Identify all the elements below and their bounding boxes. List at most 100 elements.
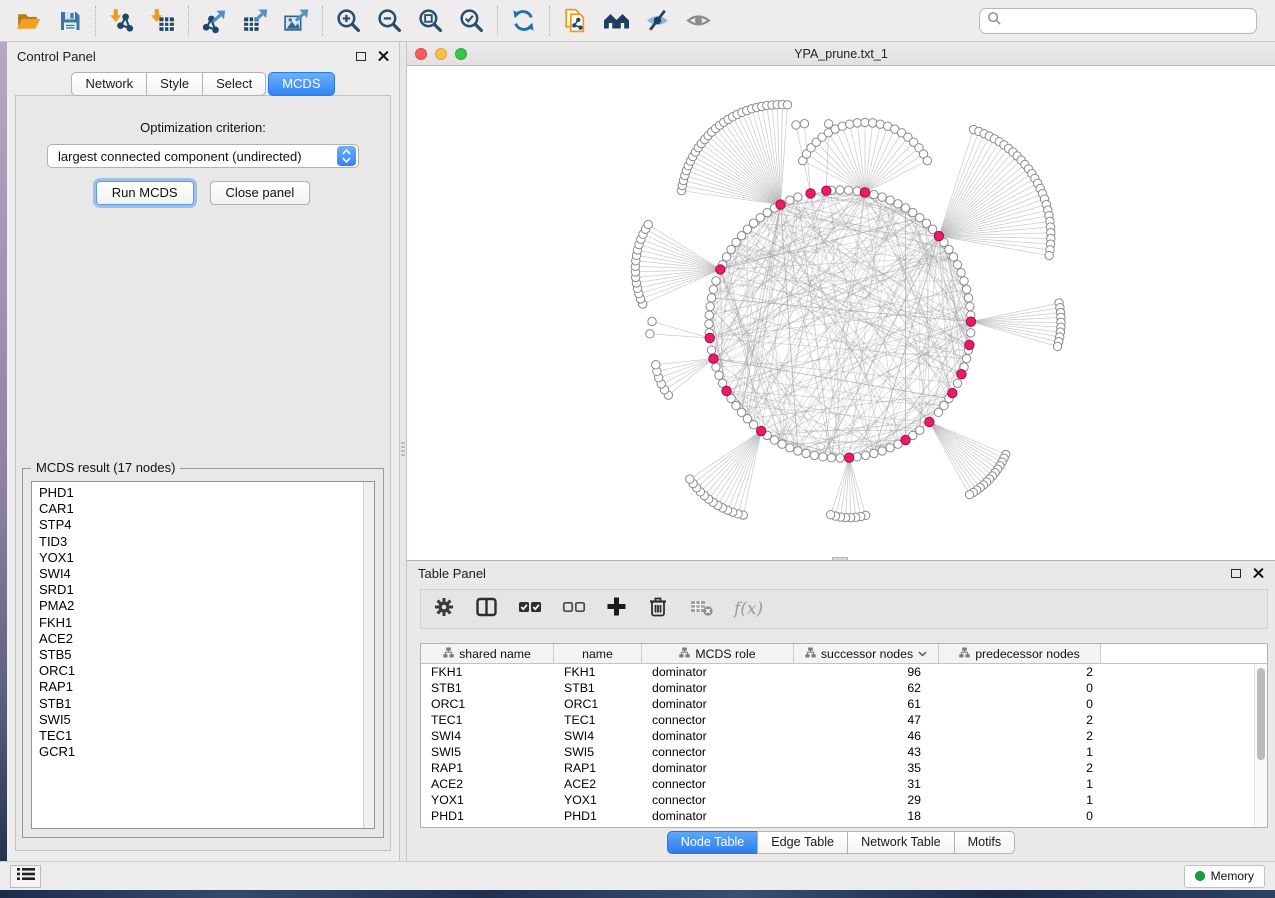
- zoom-in-button[interactable]: [328, 3, 369, 39]
- tab-network[interactable]: Network: [71, 72, 147, 96]
- graph-node[interactable]: [1053, 342, 1061, 350]
- graph-node[interactable]: [644, 220, 652, 228]
- graph-node[interactable]: [1045, 251, 1053, 259]
- home-button[interactable]: [596, 3, 637, 39]
- table-scrollbar[interactable]: [1254, 665, 1267, 827]
- delete-table-button[interactable]: [689, 596, 714, 623]
- graph-node[interactable]: [962, 285, 970, 293]
- graph-hub-node[interactable]: [776, 200, 785, 209]
- mcds-list-scrollbar[interactable]: [363, 482, 374, 828]
- graph-node[interactable]: [707, 294, 715, 302]
- mcds-result-item[interactable]: ORC1: [39, 663, 374, 679]
- close-panel-button[interactable]: Close panel: [210, 181, 311, 205]
- graph-node[interactable]: [778, 440, 786, 448]
- column-header-name[interactable]: name: [554, 644, 642, 664]
- splitter-handle[interactable]: [401, 442, 405, 458]
- table-row[interactable]: FKH1FKH1dominator962: [421, 664, 1267, 680]
- graph-node[interactable]: [964, 294, 972, 302]
- hide-selected-button[interactable]: [637, 3, 678, 39]
- table-row[interactable]: SWI5SWI5connector431: [421, 744, 1267, 760]
- graph-node[interactable]: [945, 245, 953, 253]
- close-panel-icon[interactable]: [378, 51, 389, 62]
- tab-edge-table[interactable]: Edge Table: [757, 831, 848, 854]
- graph-hub-node[interactable]: [966, 317, 975, 326]
- tab-style[interactable]: Style: [146, 72, 203, 96]
- column-header-MCDS-role[interactable]: MCDS role: [642, 644, 794, 664]
- graph-node[interactable]: [707, 346, 715, 354]
- tab-node-table[interactable]: Node Table: [667, 831, 759, 854]
- export-network-button[interactable]: [194, 3, 235, 39]
- graph-hub-node[interactable]: [957, 369, 966, 378]
- mcds-result-item[interactable]: PMA2: [39, 598, 374, 614]
- delete-column-button[interactable]: [647, 595, 669, 623]
- graph-node[interactable]: [646, 330, 654, 338]
- graph-node[interactable]: [886, 444, 894, 452]
- column-header-successor-nodes[interactable]: successor nodes: [794, 644, 939, 664]
- zoom-selected-button[interactable]: [451, 3, 492, 39]
- graph-node[interactable]: [953, 379, 961, 387]
- mcds-result-item[interactable]: FKH1: [39, 615, 374, 631]
- graph-node[interactable]: [953, 261, 961, 269]
- graph-hub-node[interactable]: [705, 333, 714, 342]
- graph-node[interactable]: [960, 277, 968, 285]
- graph-node[interactable]: [861, 451, 869, 459]
- graph-node[interactable]: [853, 119, 861, 127]
- graph-node[interactable]: [836, 186, 844, 194]
- graph-hub-node[interactable]: [901, 435, 910, 444]
- mcds-result-item[interactable]: ACE2: [39, 631, 374, 647]
- close-table-panel-icon[interactable]: [1253, 568, 1264, 579]
- export-table-button[interactable]: [235, 3, 276, 39]
- close-window-traffic-light[interactable]: [415, 48, 427, 60]
- graph-node[interactable]: [957, 269, 965, 277]
- graph-node[interactable]: [800, 120, 808, 128]
- graph-node[interactable]: [878, 447, 886, 455]
- graph-node[interactable]: [783, 101, 791, 109]
- mcds-result-item[interactable]: TID3: [39, 534, 374, 550]
- graph-node[interactable]: [794, 447, 802, 455]
- vertical-splitter[interactable]: [399, 42, 407, 861]
- graph-node[interactable]: [923, 156, 931, 164]
- mcds-result-item[interactable]: YOX1: [39, 550, 374, 566]
- graph-hub-node[interactable]: [806, 189, 815, 198]
- float-panel-icon[interactable]: [356, 52, 366, 61]
- split-column-button[interactable]: [475, 596, 498, 623]
- column-settings-button[interactable]: [433, 596, 455, 623]
- graph-hub-node[interactable]: [925, 417, 934, 426]
- mcds-result-item[interactable]: STB1: [39, 696, 374, 712]
- save-session-button[interactable]: [49, 3, 90, 39]
- import-table-button[interactable]: [142, 3, 183, 39]
- graph-node[interactable]: [846, 120, 854, 128]
- mcds-result-item[interactable]: STB5: [39, 647, 374, 663]
- graph-hub-node[interactable]: [948, 388, 957, 397]
- graph-node[interactable]: [826, 511, 834, 519]
- task-history-button[interactable]: [10, 865, 41, 888]
- table-row[interactable]: YOX1YOX1connector291: [421, 792, 1267, 808]
- graph-node[interactable]: [786, 444, 794, 452]
- table-row[interactable]: ORC1ORC1dominator610: [421, 696, 1267, 712]
- duplicate-network-button[interactable]: [555, 3, 596, 39]
- tab-select[interactable]: Select: [202, 72, 266, 96]
- graph-node[interactable]: [934, 408, 942, 416]
- mcds-result-item[interactable]: TEC1: [39, 728, 374, 744]
- graph-node[interactable]: [706, 302, 714, 310]
- graph-node[interactable]: [965, 490, 973, 498]
- graph-node[interactable]: [870, 190, 878, 198]
- graph-node[interactable]: [712, 363, 720, 371]
- column-header-predecessor-nodes[interactable]: predecessor nodes: [939, 644, 1101, 664]
- graph-hub-node[interactable]: [844, 453, 853, 462]
- graph-hub-node[interactable]: [965, 340, 974, 349]
- tab-motifs[interactable]: Motifs: [954, 831, 1016, 854]
- float-table-panel-icon[interactable]: [1231, 569, 1241, 578]
- mcds-result-item[interactable]: RAP1: [39, 679, 374, 695]
- graph-hub-node[interactable]: [709, 354, 718, 363]
- hide-all-columns-button[interactable]: [562, 596, 586, 623]
- graph-node[interactable]: [709, 285, 717, 293]
- maximize-window-traffic-light[interactable]: [455, 48, 467, 60]
- tab-mcds[interactable]: MCDS: [268, 72, 334, 96]
- show-all-columns-button[interactable]: [518, 596, 542, 623]
- graph-node[interactable]: [819, 453, 827, 461]
- refresh-layout-button[interactable]: [503, 3, 544, 39]
- column-header-shared-name[interactable]: shared name: [421, 644, 554, 664]
- graph-node[interactable]: [836, 454, 844, 462]
- export-image-button[interactable]: [276, 3, 317, 39]
